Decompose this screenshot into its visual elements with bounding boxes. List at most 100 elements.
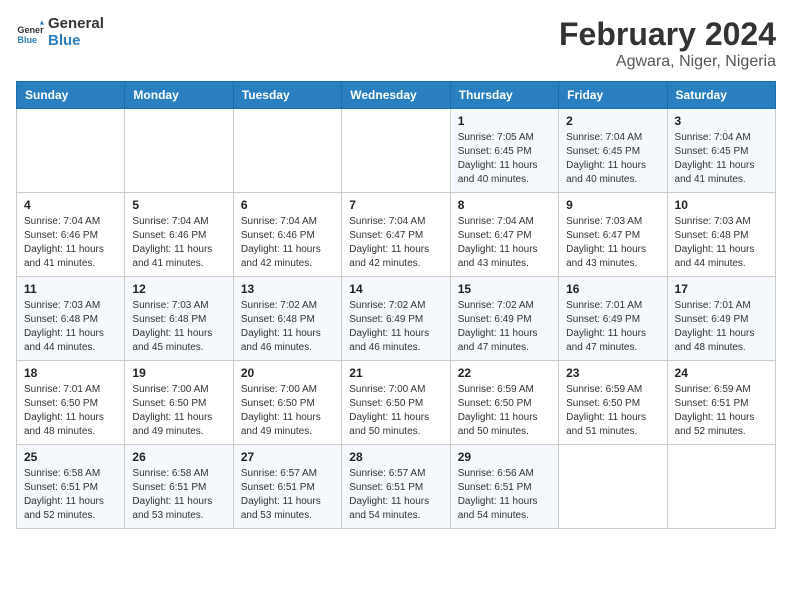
header-cell-wednesday: Wednesday xyxy=(342,82,450,109)
day-cell xyxy=(559,445,667,529)
day-number: 16 xyxy=(566,282,659,296)
week-row: 4 Sunrise: 7:04 AM Sunset: 6:46 PM Daylig… xyxy=(17,193,776,277)
day-info: Sunrise: 6:57 AM Sunset: 6:51 PM Dayligh… xyxy=(241,467,334,523)
day-number: 17 xyxy=(675,282,768,296)
day-number: 12 xyxy=(132,282,225,296)
day-cell: 3 Sunrise: 7:04 AM Sunset: 6:45 PM Daylig… xyxy=(667,109,775,193)
day-cell: 24 Sunrise: 6:59 AM Sunset: 6:51 PM Dayli… xyxy=(667,361,775,445)
day-number: 21 xyxy=(349,366,442,380)
day-number: 24 xyxy=(675,366,768,380)
day-cell: 29 Sunrise: 6:56 AM Sunset: 6:51 PM Dayli… xyxy=(450,445,558,529)
day-cell xyxy=(125,109,233,193)
day-info: Sunrise: 6:56 AM Sunset: 6:51 PM Dayligh… xyxy=(458,467,551,523)
week-row: 18 Sunrise: 7:01 AM Sunset: 6:50 PM Dayli… xyxy=(17,361,776,445)
day-number: 6 xyxy=(241,198,334,212)
day-cell: 17 Sunrise: 7:01 AM Sunset: 6:49 PM Dayli… xyxy=(667,277,775,361)
day-info: Sunrise: 7:02 AM Sunset: 6:49 PM Dayligh… xyxy=(349,299,442,355)
day-cell: 8 Sunrise: 7:04 AM Sunset: 6:47 PM Daylig… xyxy=(450,193,558,277)
day-cell: 11 Sunrise: 7:03 AM Sunset: 6:48 PM Dayli… xyxy=(17,277,125,361)
day-number: 29 xyxy=(458,450,551,464)
day-info: Sunrise: 7:00 AM Sunset: 6:50 PM Dayligh… xyxy=(241,383,334,439)
day-cell: 9Sunrise: 7:03 AM Sunset: 6:47 PM Daylig… xyxy=(559,193,667,277)
day-cell: 1Sunrise: 7:05 AM Sunset: 6:45 PM Daylig… xyxy=(450,109,558,193)
day-info: Sunrise: 7:04 AM Sunset: 6:45 PM Dayligh… xyxy=(566,131,659,187)
day-number: 25 xyxy=(24,450,117,464)
day-cell xyxy=(233,109,341,193)
day-cell: 10Sunrise: 7:03 AM Sunset: 6:48 PM Dayli… xyxy=(667,193,775,277)
day-info: Sunrise: 7:01 AM Sunset: 6:50 PM Dayligh… xyxy=(24,383,117,439)
day-number: 11 xyxy=(24,282,117,296)
title-block: February 2024 Agwara, Niger, Nigeria xyxy=(559,16,776,71)
day-info: Sunrise: 6:58 AM Sunset: 6:51 PM Dayligh… xyxy=(24,467,117,523)
day-cell: 15Sunrise: 7:02 AM Sunset: 6:49 PM Dayli… xyxy=(450,277,558,361)
day-number: 27 xyxy=(241,450,334,464)
day-info: Sunrise: 7:01 AM Sunset: 6:49 PM Dayligh… xyxy=(566,299,659,355)
day-info: Sunrise: 7:04 AM Sunset: 6:47 PM Dayligh… xyxy=(458,215,551,271)
day-cell: 26Sunrise: 6:58 AM Sunset: 6:51 PM Dayli… xyxy=(125,445,233,529)
day-cell: 18 Sunrise: 7:01 AM Sunset: 6:50 PM Dayli… xyxy=(17,361,125,445)
day-number: 28 xyxy=(349,450,442,464)
day-number: 22 xyxy=(458,366,551,380)
day-info: Sunrise: 7:03 AM Sunset: 6:48 PM Dayligh… xyxy=(132,299,225,355)
day-number: 7 xyxy=(349,198,442,212)
header-cell-tuesday: Tuesday xyxy=(233,82,341,109)
day-info: Sunrise: 6:59 AM Sunset: 6:50 PM Dayligh… xyxy=(458,383,551,439)
day-number: 8 xyxy=(458,198,551,212)
day-cell: 5Sunrise: 7:04 AM Sunset: 6:46 PM Daylig… xyxy=(125,193,233,277)
day-cell: 27 Sunrise: 6:57 AM Sunset: 6:51 PM Dayli… xyxy=(233,445,341,529)
day-number: 19 xyxy=(132,366,225,380)
calendar-body: 1Sunrise: 7:05 AM Sunset: 6:45 PM Daylig… xyxy=(17,109,776,529)
day-cell: 6 Sunrise: 7:04 AM Sunset: 6:46 PM Daylig… xyxy=(233,193,341,277)
day-number: 18 xyxy=(24,366,117,380)
day-number: 9 xyxy=(566,198,659,212)
day-cell: 7Sunrise: 7:04 AM Sunset: 6:47 PM Daylig… xyxy=(342,193,450,277)
day-info: Sunrise: 7:03 AM Sunset: 6:48 PM Dayligh… xyxy=(675,215,768,271)
day-info: Sunrise: 7:04 AM Sunset: 6:46 PM Dayligh… xyxy=(241,215,334,271)
day-info: Sunrise: 6:57 AM Sunset: 6:51 PM Dayligh… xyxy=(349,467,442,523)
day-cell: 4 Sunrise: 7:04 AM Sunset: 6:46 PM Daylig… xyxy=(17,193,125,277)
header-cell-sunday: Sunday xyxy=(17,82,125,109)
month-title: February 2024 xyxy=(559,16,776,53)
week-row: 1Sunrise: 7:05 AM Sunset: 6:45 PM Daylig… xyxy=(17,109,776,193)
day-info: Sunrise: 7:04 AM Sunset: 6:46 PM Dayligh… xyxy=(24,215,117,271)
day-number: 2 xyxy=(566,114,659,128)
day-number: 4 xyxy=(24,198,117,212)
calendar-header: SundayMondayTuesdayWednesdayThursdayFrid… xyxy=(17,82,776,109)
day-number: 20 xyxy=(241,366,334,380)
logo-text-general: General xyxy=(48,16,104,33)
header-cell-saturday: Saturday xyxy=(667,82,775,109)
day-cell xyxy=(342,109,450,193)
day-cell: 13Sunrise: 7:02 AM Sunset: 6:48 PM Dayli… xyxy=(233,277,341,361)
page-header: General Blue General Blue February 2024 … xyxy=(16,16,776,71)
day-info: Sunrise: 7:00 AM Sunset: 6:50 PM Dayligh… xyxy=(349,383,442,439)
day-number: 23 xyxy=(566,366,659,380)
day-info: Sunrise: 7:04 AM Sunset: 6:45 PM Dayligh… xyxy=(675,131,768,187)
logo-text-blue: Blue xyxy=(48,33,104,50)
logo-icon: General Blue xyxy=(16,19,44,47)
day-number: 13 xyxy=(241,282,334,296)
header-cell-monday: Monday xyxy=(125,82,233,109)
day-info: Sunrise: 7:01 AM Sunset: 6:49 PM Dayligh… xyxy=(675,299,768,355)
day-info: Sunrise: 6:59 AM Sunset: 6:51 PM Dayligh… xyxy=(675,383,768,439)
day-number: 3 xyxy=(675,114,768,128)
day-cell: 23 Sunrise: 6:59 AM Sunset: 6:50 PM Dayli… xyxy=(559,361,667,445)
svg-text:General: General xyxy=(17,25,44,35)
day-cell: 16 Sunrise: 7:01 AM Sunset: 6:49 PM Dayli… xyxy=(559,277,667,361)
day-cell: 22 Sunrise: 6:59 AM Sunset: 6:50 PM Dayli… xyxy=(450,361,558,445)
header-row: SundayMondayTuesdayWednesdayThursdayFrid… xyxy=(17,82,776,109)
day-cell xyxy=(667,445,775,529)
day-info: Sunrise: 7:00 AM Sunset: 6:50 PM Dayligh… xyxy=(132,383,225,439)
svg-text:Blue: Blue xyxy=(17,34,37,44)
day-info: Sunrise: 6:59 AM Sunset: 6:50 PM Dayligh… xyxy=(566,383,659,439)
week-row: 11 Sunrise: 7:03 AM Sunset: 6:48 PM Dayli… xyxy=(17,277,776,361)
calendar-table: SundayMondayTuesdayWednesdayThursdayFrid… xyxy=(16,81,776,529)
day-number: 26 xyxy=(132,450,225,464)
day-cell: 12 Sunrise: 7:03 AM Sunset: 6:48 PM Dayli… xyxy=(125,277,233,361)
day-cell: 28 Sunrise: 6:57 AM Sunset: 6:51 PM Dayli… xyxy=(342,445,450,529)
location-subtitle: Agwara, Niger, Nigeria xyxy=(559,53,776,71)
header-cell-thursday: Thursday xyxy=(450,82,558,109)
day-info: Sunrise: 7:02 AM Sunset: 6:49 PM Dayligh… xyxy=(458,299,551,355)
day-info: Sunrise: 7:03 AM Sunset: 6:48 PM Dayligh… xyxy=(24,299,117,355)
day-info: Sunrise: 7:05 AM Sunset: 6:45 PM Dayligh… xyxy=(458,131,551,187)
day-cell: 14Sunrise: 7:02 AM Sunset: 6:49 PM Dayli… xyxy=(342,277,450,361)
